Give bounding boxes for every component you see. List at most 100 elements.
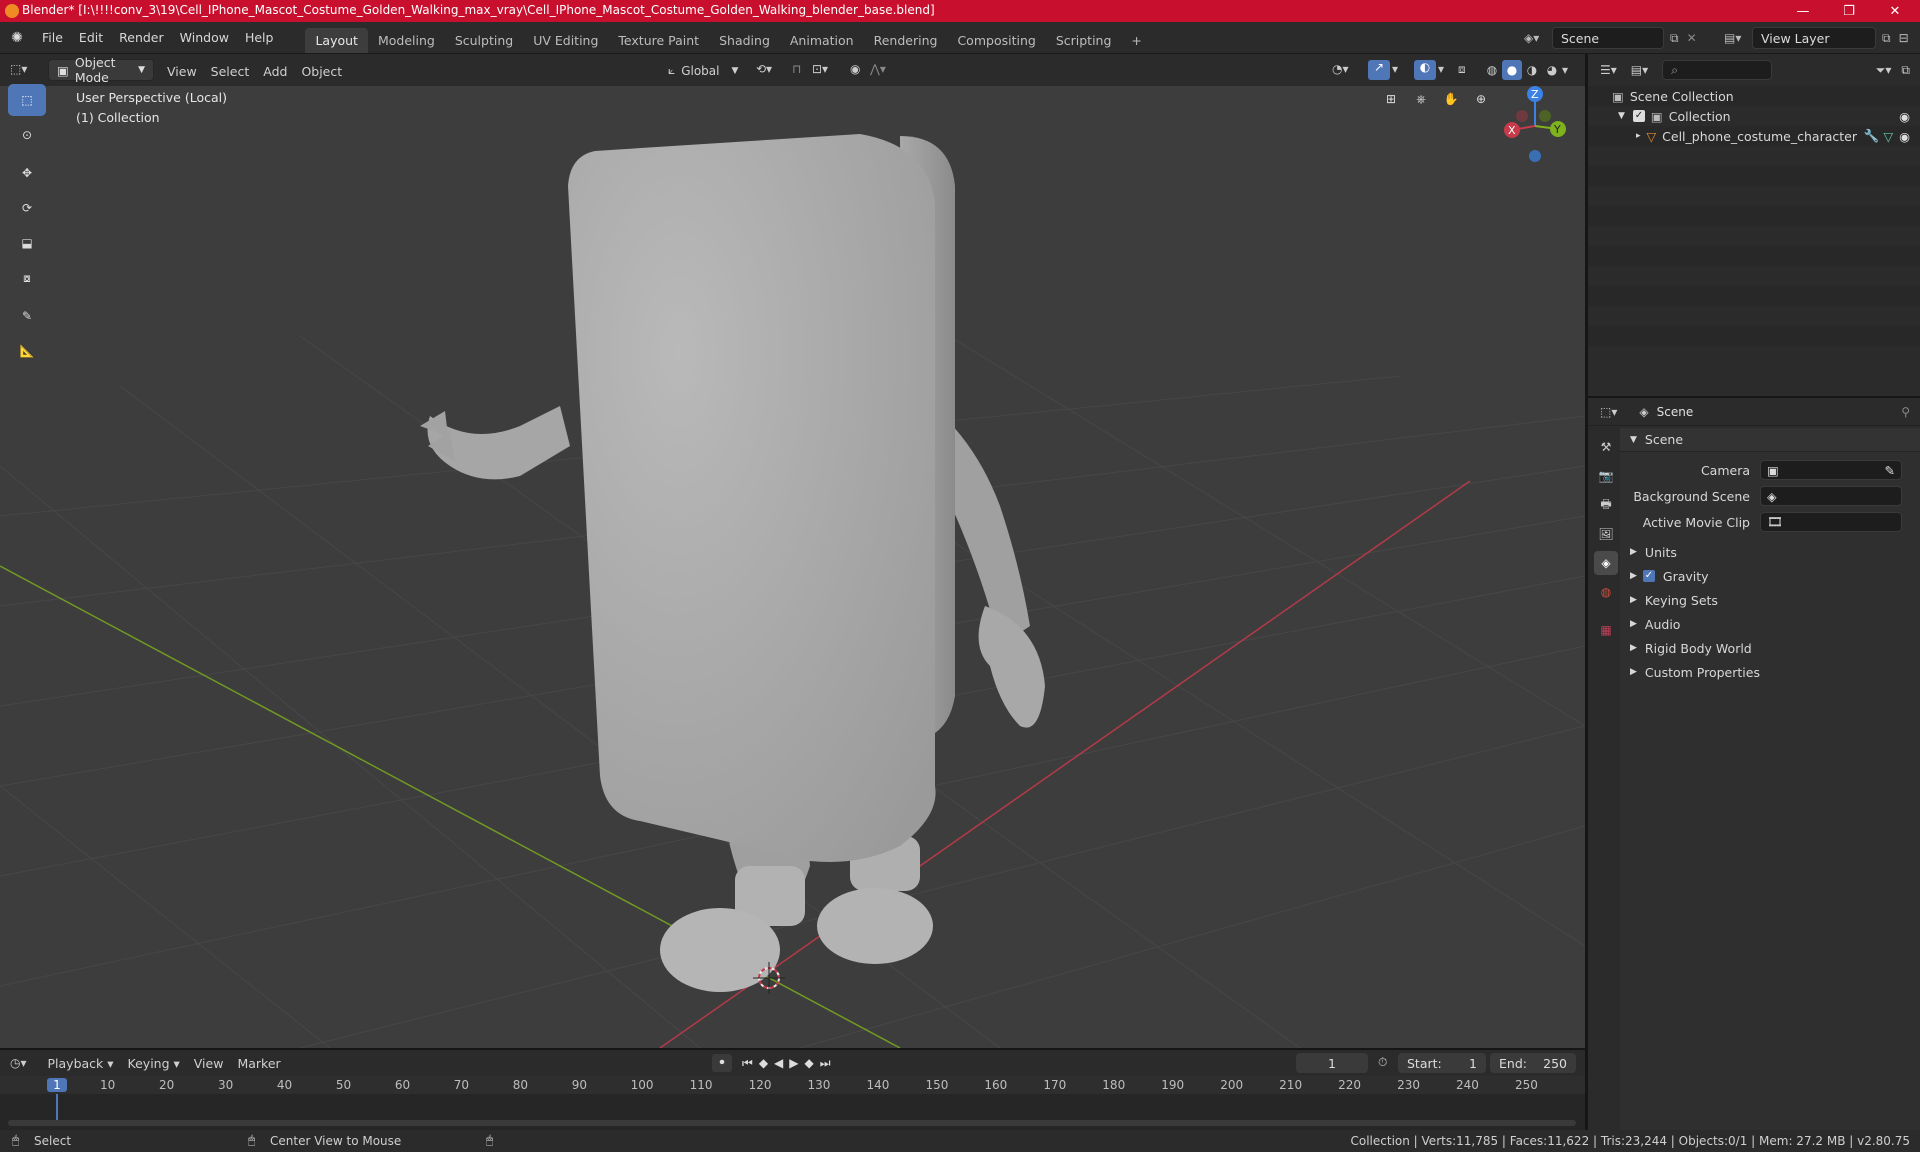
scene-icon[interactable]: ◈▾ xyxy=(1524,31,1552,45)
tab-modeling[interactable]: Modeling xyxy=(368,28,445,53)
menu-edit[interactable]: Edit xyxy=(71,30,111,45)
menu-help[interactable]: Help xyxy=(237,30,282,45)
scene-section-header[interactable]: ▼ Scene xyxy=(1620,428,1920,452)
viewport-menu-select[interactable]: Select xyxy=(204,64,257,79)
tab-sculpting[interactable]: Sculpting xyxy=(445,28,523,53)
object-mode-dropdown[interactable]: ▣ Object Mode ▼ xyxy=(48,55,154,85)
timeline-scrollbar[interactable] xyxy=(8,1120,1576,1126)
tab-compositing[interactable]: Compositing xyxy=(947,28,1045,53)
modifier-wrench-icon[interactable]: 🔧 xyxy=(1864,128,1880,144)
cursor-tool-icon[interactable]: ⊙ xyxy=(8,119,46,151)
stopwatch-icon[interactable]: ⏱ xyxy=(1378,1055,1387,1070)
custom-properties-panel-header[interactable]: ▶ Custom Properties xyxy=(1620,660,1920,684)
zoom-icon[interactable]: ⊕ xyxy=(1468,86,1494,112)
select-box-icon[interactable]: ⬚ xyxy=(8,84,46,116)
new-collection-icon[interactable]: ⧉ xyxy=(1901,63,1910,78)
jump-end-icon[interactable]: ⏭ xyxy=(820,1056,831,1071)
editor-type-icon[interactable]: ⬚▾ xyxy=(10,62,27,76)
play-icon[interactable]: ▶ xyxy=(789,1056,798,1070)
tab-texture-paint[interactable]: Texture Paint xyxy=(608,28,709,53)
keying-sets-panel-header[interactable]: ▶ Keying Sets xyxy=(1620,588,1920,612)
eyedropper-icon[interactable]: ✎ xyxy=(1885,463,1895,478)
play-reverse-icon[interactable]: ◀ xyxy=(774,1056,783,1070)
eye-icon[interactable]: ◉ xyxy=(1899,109,1910,124)
end-frame-field[interactable]: End: 250 xyxy=(1490,1053,1576,1073)
view-layer-tab-icon[interactable]: 🖼 xyxy=(1594,522,1618,546)
chevron-down-icon[interactable]: ▾ xyxy=(1392,62,1398,76)
snap-icon[interactable]: ⊓ xyxy=(792,62,801,76)
display-mode-icon[interactable]: ▤▾ xyxy=(1631,63,1648,77)
gravity-panel-header[interactable]: ▶ ✓ Gravity xyxy=(1620,564,1920,588)
pivot-point-icon[interactable]: ⟲▾ xyxy=(756,62,772,76)
close-button[interactable]: ✕ xyxy=(1872,0,1918,22)
annotate-tool-icon[interactable]: ✎ xyxy=(8,300,46,332)
pin-icon[interactable]: ⚲ xyxy=(1901,405,1910,419)
snap-target-icon[interactable]: ⊡▾ xyxy=(812,62,828,76)
expand-arrow-icon[interactable]: ▼ xyxy=(1618,111,1625,121)
mesh-data-icon[interactable]: ▽ xyxy=(1883,129,1893,144)
viewport-menu-object[interactable]: Object xyxy=(294,64,349,79)
viewport-menu-add[interactable]: Add xyxy=(256,64,294,79)
output-tab-icon[interactable]: 🖶 xyxy=(1594,493,1618,517)
xray-toggle-icon[interactable]: ⧈ xyxy=(1458,62,1466,77)
chevron-down-icon[interactable]: ▾ xyxy=(1562,63,1576,77)
visibility-icon[interactable]: ◔▾ xyxy=(1332,62,1349,76)
next-keyframe-icon[interactable]: ◆ xyxy=(805,1056,814,1070)
tab-rendering[interactable]: Rendering xyxy=(864,28,948,53)
rotate-tool-icon[interactable]: ⟳ xyxy=(8,192,46,224)
timeline-editor-type-icon[interactable]: ◷▾ xyxy=(10,1056,27,1070)
camera-field[interactable]: ▣ ✎ xyxy=(1760,460,1902,480)
navigation-gizmo[interactable]: Z X Y xyxy=(1504,86,1566,162)
new-scene-icon[interactable]: ⧉ xyxy=(1670,31,1679,46)
rigid-body-world-panel-header[interactable]: ▶ Rigid Body World xyxy=(1620,636,1920,660)
scene-tab-icon[interactable]: ◈ xyxy=(1594,551,1618,575)
gravity-checkbox[interactable]: ✓ xyxy=(1642,570,1655,582)
menu-window[interactable]: Window xyxy=(172,30,237,45)
start-frame-field[interactable]: Start: 1 xyxy=(1398,1053,1486,1073)
maximize-button[interactable]: ❐ xyxy=(1826,0,1872,22)
movie-clip-field[interactable]: 🎞 xyxy=(1760,512,1902,532)
transform-orientation-dropdown[interactable]: ⟀ Global ▼ xyxy=(668,63,738,78)
rendered-shading-icon[interactable]: ◕ xyxy=(1542,60,1562,80)
outliner-collection-row[interactable]: ▼ ✓ ▣ Collection ◉ xyxy=(1588,106,1920,126)
tab-animation[interactable]: Animation xyxy=(780,28,864,53)
jump-start-icon[interactable]: ⏮ xyxy=(742,1056,753,1071)
falloff-icon[interactable]: ⋀▾ xyxy=(870,62,886,76)
camera-view-icon[interactable]: ⎈ xyxy=(1408,86,1434,112)
solid-shading-icon[interactable]: ● xyxy=(1502,60,1522,80)
new-view-layer-icon[interactable]: ⧉ xyxy=(1882,31,1891,46)
outliner-scene-collection[interactable]: ▣ Scene Collection xyxy=(1588,86,1920,106)
world-tab-icon[interactable]: ◍ xyxy=(1594,580,1618,604)
timeline-menu-marker[interactable]: Marker xyxy=(230,1056,287,1071)
record-icon[interactable]: ⏺ xyxy=(712,1054,732,1072)
measure-tool-icon[interactable]: 📐 xyxy=(8,335,46,367)
move-tool-icon[interactable]: ✥ xyxy=(8,157,46,189)
wireframe-shading-icon[interactable]: ◍ xyxy=(1482,60,1502,80)
3d-viewport[interactable]: Z X Y User Perspective (Local) (1) Colle… xyxy=(0,86,1585,1048)
expand-arrow-icon[interactable]: ▸ xyxy=(1636,131,1641,141)
outliner-editor-type-icon[interactable]: ☰▾ xyxy=(1600,63,1617,77)
pan-hand-icon[interactable]: ✋ xyxy=(1438,86,1464,112)
delete-scene-icon[interactable]: ✕ xyxy=(1687,31,1697,45)
proportional-editing-icon[interactable]: ◉ xyxy=(850,62,860,76)
minimize-button[interactable]: — xyxy=(1780,0,1826,22)
timeline-menu-keying[interactable]: Keying ▾ xyxy=(121,1056,187,1071)
menu-file[interactable]: File xyxy=(34,30,71,45)
eye-icon[interactable]: ◉ xyxy=(1899,129,1910,144)
scale-tool-icon[interactable]: ⬓ xyxy=(8,227,46,259)
tab-shading[interactable]: Shading xyxy=(709,28,780,53)
texture-tab-icon[interactable]: ▦ xyxy=(1594,618,1618,642)
properties-editor-type-icon[interactable]: ⬚▾ xyxy=(1600,405,1617,419)
tool-tab-icon[interactable]: ⚒ xyxy=(1594,435,1618,459)
audio-panel-header[interactable]: ▶ Audio xyxy=(1620,612,1920,636)
add-workspace-button[interactable]: + xyxy=(1121,28,1151,53)
view-layer-field[interactable]: View Layer xyxy=(1752,27,1876,49)
background-scene-field[interactable]: ◈ xyxy=(1760,486,1902,506)
current-frame-field[interactable]: 1 xyxy=(1296,1053,1368,1073)
transform-tool-icon[interactable]: ⧇ xyxy=(8,262,46,294)
render-tab-icon[interactable]: 📷 xyxy=(1594,464,1618,488)
exclude-checkbox[interactable]: ✓ xyxy=(1632,110,1645,122)
gizmo-toggle-icon[interactable]: ↗ xyxy=(1368,60,1390,80)
scene-field[interactable]: Scene xyxy=(1552,27,1664,49)
filter-icon[interactable]: ⏷▾ xyxy=(1876,63,1892,78)
